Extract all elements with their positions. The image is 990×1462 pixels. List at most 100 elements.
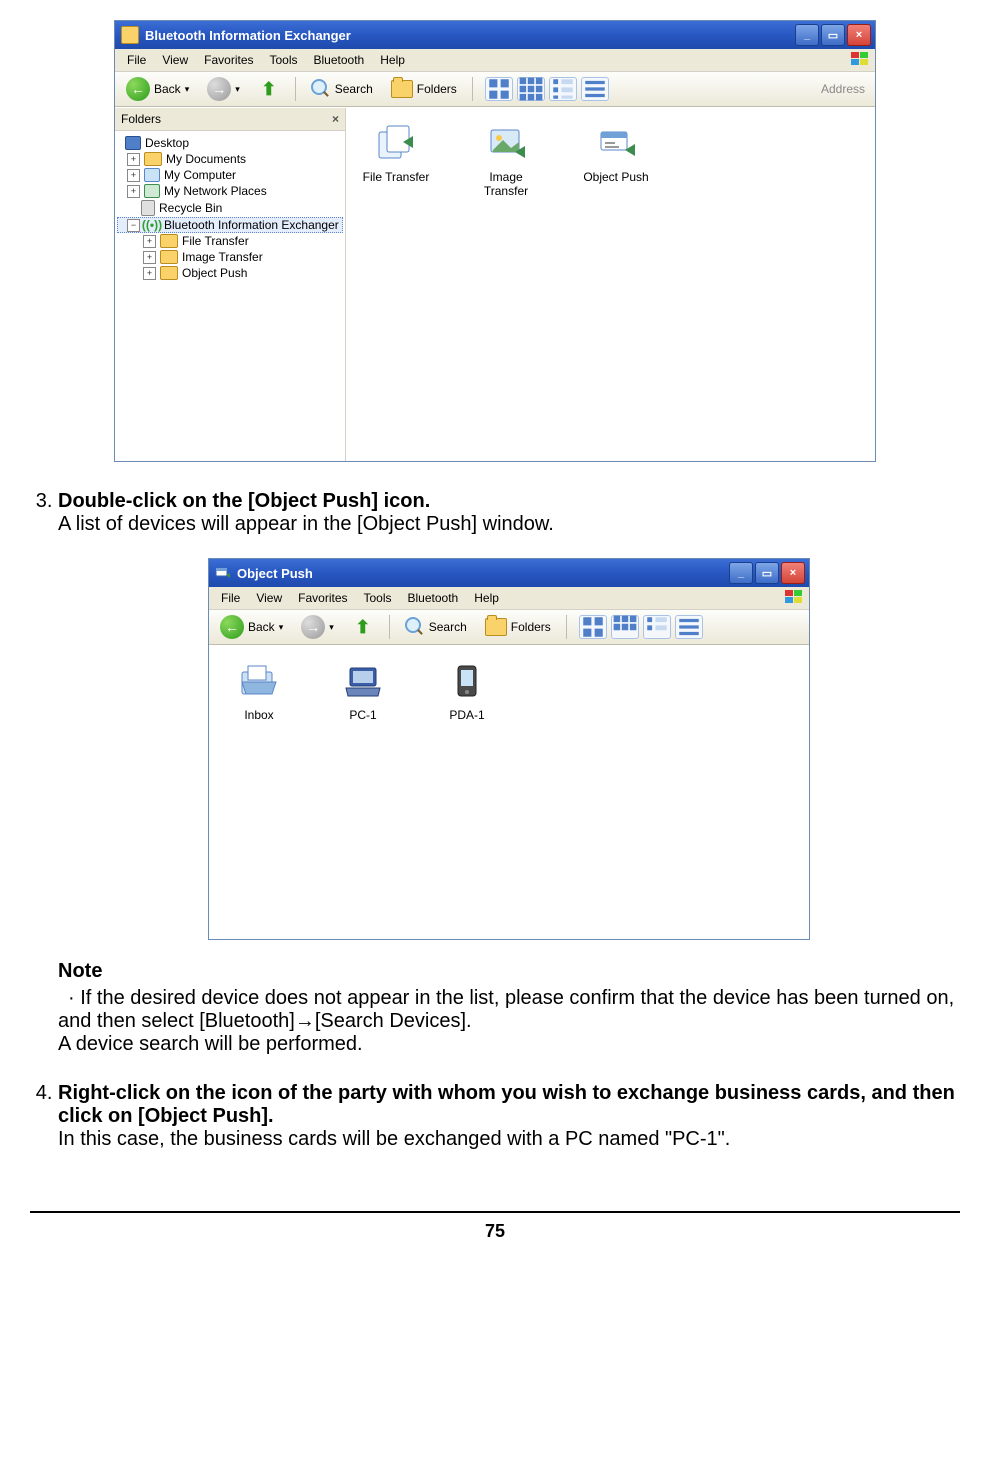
item-label: PDA-1 bbox=[449, 708, 484, 722]
menu-tools[interactable]: Tools bbox=[262, 51, 306, 69]
folders-label: Folders bbox=[511, 620, 551, 634]
tree-label: Desktop bbox=[145, 136, 189, 150]
close-button[interactable]: × bbox=[781, 562, 805, 584]
item-label: PC-1 bbox=[349, 708, 376, 722]
folder-icon bbox=[160, 250, 178, 264]
menu-favorites[interactable]: Favorites bbox=[290, 589, 355, 607]
view-button-3[interactable] bbox=[643, 615, 671, 639]
menu-view[interactable]: View bbox=[154, 51, 196, 69]
search-icon bbox=[311, 79, 331, 99]
step-3: Double-click on the [Object Push] icon. … bbox=[58, 490, 960, 1056]
window-title: Object Push bbox=[237, 566, 729, 581]
menu-favorites[interactable]: Favorites bbox=[196, 51, 261, 69]
search-label: Search bbox=[335, 82, 373, 96]
step-4: Right-click on the icon of the party wit… bbox=[58, 1082, 960, 1151]
tree-network-places[interactable]: + My Network Places bbox=[117, 183, 343, 199]
expand-icon[interactable]: + bbox=[127, 153, 140, 166]
tree-label: Bluetooth Information Exchanger bbox=[164, 218, 339, 232]
tree-recycle-bin[interactable]: Recycle Bin bbox=[117, 199, 343, 217]
view-button-4[interactable] bbox=[675, 615, 703, 639]
menu-file[interactable]: File bbox=[213, 589, 248, 607]
dropdown-caret-icon: ▾ bbox=[329, 622, 334, 633]
step-4-desc: In this case, the business cards will be… bbox=[58, 1128, 730, 1150]
menu-tools[interactable]: Tools bbox=[356, 589, 400, 607]
folders-button[interactable]: Folders bbox=[478, 615, 558, 639]
item-file-transfer[interactable]: File Transfer bbox=[356, 124, 436, 184]
file-transfer-icon bbox=[375, 124, 417, 164]
tree-image-transfer[interactable]: + Image Transfer bbox=[117, 249, 343, 265]
expand-icon[interactable]: + bbox=[127, 185, 140, 198]
item-image-transfer[interactable]: Image Transfer bbox=[466, 124, 546, 198]
minimize-button[interactable]: _ bbox=[729, 562, 753, 584]
note-label: Note bbox=[58, 960, 960, 983]
menu-file[interactable]: File bbox=[119, 51, 154, 69]
view-button-2[interactable] bbox=[517, 77, 545, 101]
folder-icon bbox=[485, 618, 507, 636]
back-button[interactable]: ← Back ▾ bbox=[213, 612, 290, 642]
menu-bluetooth[interactable]: Bluetooth bbox=[306, 51, 373, 69]
menubar: File View Favorites Tools Bluetooth Help bbox=[115, 49, 875, 72]
expand-icon[interactable]: + bbox=[143, 267, 156, 280]
back-button[interactable]: ← Back ▾ bbox=[119, 74, 196, 104]
expand-icon[interactable]: + bbox=[143, 251, 156, 264]
up-button[interactable]: ⬆ bbox=[345, 613, 381, 641]
menu-bluetooth[interactable]: Bluetooth bbox=[400, 589, 467, 607]
close-button[interactable]: × bbox=[847, 24, 871, 46]
dropdown-caret-icon: ▾ bbox=[279, 622, 284, 633]
menu-help[interactable]: Help bbox=[466, 589, 507, 607]
window-objectpush-icon bbox=[215, 565, 231, 581]
tree-desktop[interactable]: Desktop bbox=[117, 135, 343, 151]
menu-help[interactable]: Help bbox=[372, 51, 413, 69]
bluetooth-icon: ((•)) bbox=[144, 218, 160, 232]
forward-arrow-icon: → bbox=[301, 615, 325, 639]
tree-label: My Documents bbox=[166, 152, 246, 166]
menu-view[interactable]: View bbox=[248, 589, 290, 607]
item-pc-1[interactable]: PC-1 bbox=[323, 662, 403, 722]
maximize-button[interactable]: ▭ bbox=[755, 562, 779, 584]
item-inbox[interactable]: Inbox bbox=[219, 662, 299, 722]
search-button[interactable]: Search bbox=[398, 614, 474, 640]
window-title: Bluetooth Information Exchanger bbox=[145, 28, 795, 43]
tree-file-transfer[interactable]: + File Transfer bbox=[117, 233, 343, 249]
tree-my-documents[interactable]: + My Documents bbox=[117, 151, 343, 167]
search-label: Search bbox=[429, 620, 467, 634]
expand-icon[interactable]: + bbox=[143, 235, 156, 248]
item-pda-1[interactable]: PDA-1 bbox=[427, 662, 507, 722]
back-arrow-icon: ← bbox=[126, 77, 150, 101]
forward-arrow-icon: → bbox=[207, 77, 231, 101]
up-button[interactable]: ⬆ bbox=[251, 75, 287, 103]
expand-icon[interactable]: + bbox=[127, 169, 140, 182]
minimize-button[interactable]: _ bbox=[795, 24, 819, 46]
maximize-button[interactable]: ▭ bbox=[821, 24, 845, 46]
folder-icon bbox=[144, 152, 162, 166]
collapse-icon[interactable]: − bbox=[127, 219, 140, 232]
view-button-2[interactable] bbox=[611, 615, 639, 639]
tree-label: My Computer bbox=[164, 168, 236, 182]
folders-label: Folders bbox=[417, 82, 457, 96]
desktop-icon bbox=[125, 136, 141, 150]
tree-my-computer[interactable]: + My Computer bbox=[117, 167, 343, 183]
step-4-title: Right-click on the icon of the party wit… bbox=[58, 1082, 955, 1127]
network-icon bbox=[144, 184, 160, 198]
tree-bluetooth-exchanger[interactable]: − ((•)) Bluetooth Information Exchanger bbox=[117, 217, 343, 233]
close-pane-button[interactable]: × bbox=[332, 112, 339, 126]
view-button-1[interactable] bbox=[579, 615, 607, 639]
forward-button[interactable]: → ▾ bbox=[294, 612, 341, 642]
computer-icon bbox=[144, 168, 160, 182]
search-button[interactable]: Search bbox=[304, 76, 380, 102]
note-text-1: If the desired device does not appear in… bbox=[58, 987, 954, 1032]
tree-label: My Network Places bbox=[164, 184, 267, 198]
forward-button[interactable]: → ▾ bbox=[200, 74, 247, 104]
folder-icon bbox=[391, 80, 413, 98]
item-label: Image Transfer bbox=[466, 170, 546, 198]
view-button-4[interactable] bbox=[581, 77, 609, 101]
view-button-1[interactable] bbox=[485, 77, 513, 101]
view-button-3[interactable] bbox=[549, 77, 577, 101]
item-object-push[interactable]: Object Push bbox=[576, 124, 656, 184]
laptop-icon bbox=[342, 662, 384, 702]
tree-object-push[interactable]: + Object Push bbox=[117, 265, 343, 281]
tree-label: Recycle Bin bbox=[159, 201, 222, 215]
folders-button[interactable]: Folders bbox=[384, 77, 464, 101]
back-arrow-icon: ← bbox=[220, 615, 244, 639]
step-3-title: Double-click on the [Object Push] icon. bbox=[58, 490, 430, 512]
